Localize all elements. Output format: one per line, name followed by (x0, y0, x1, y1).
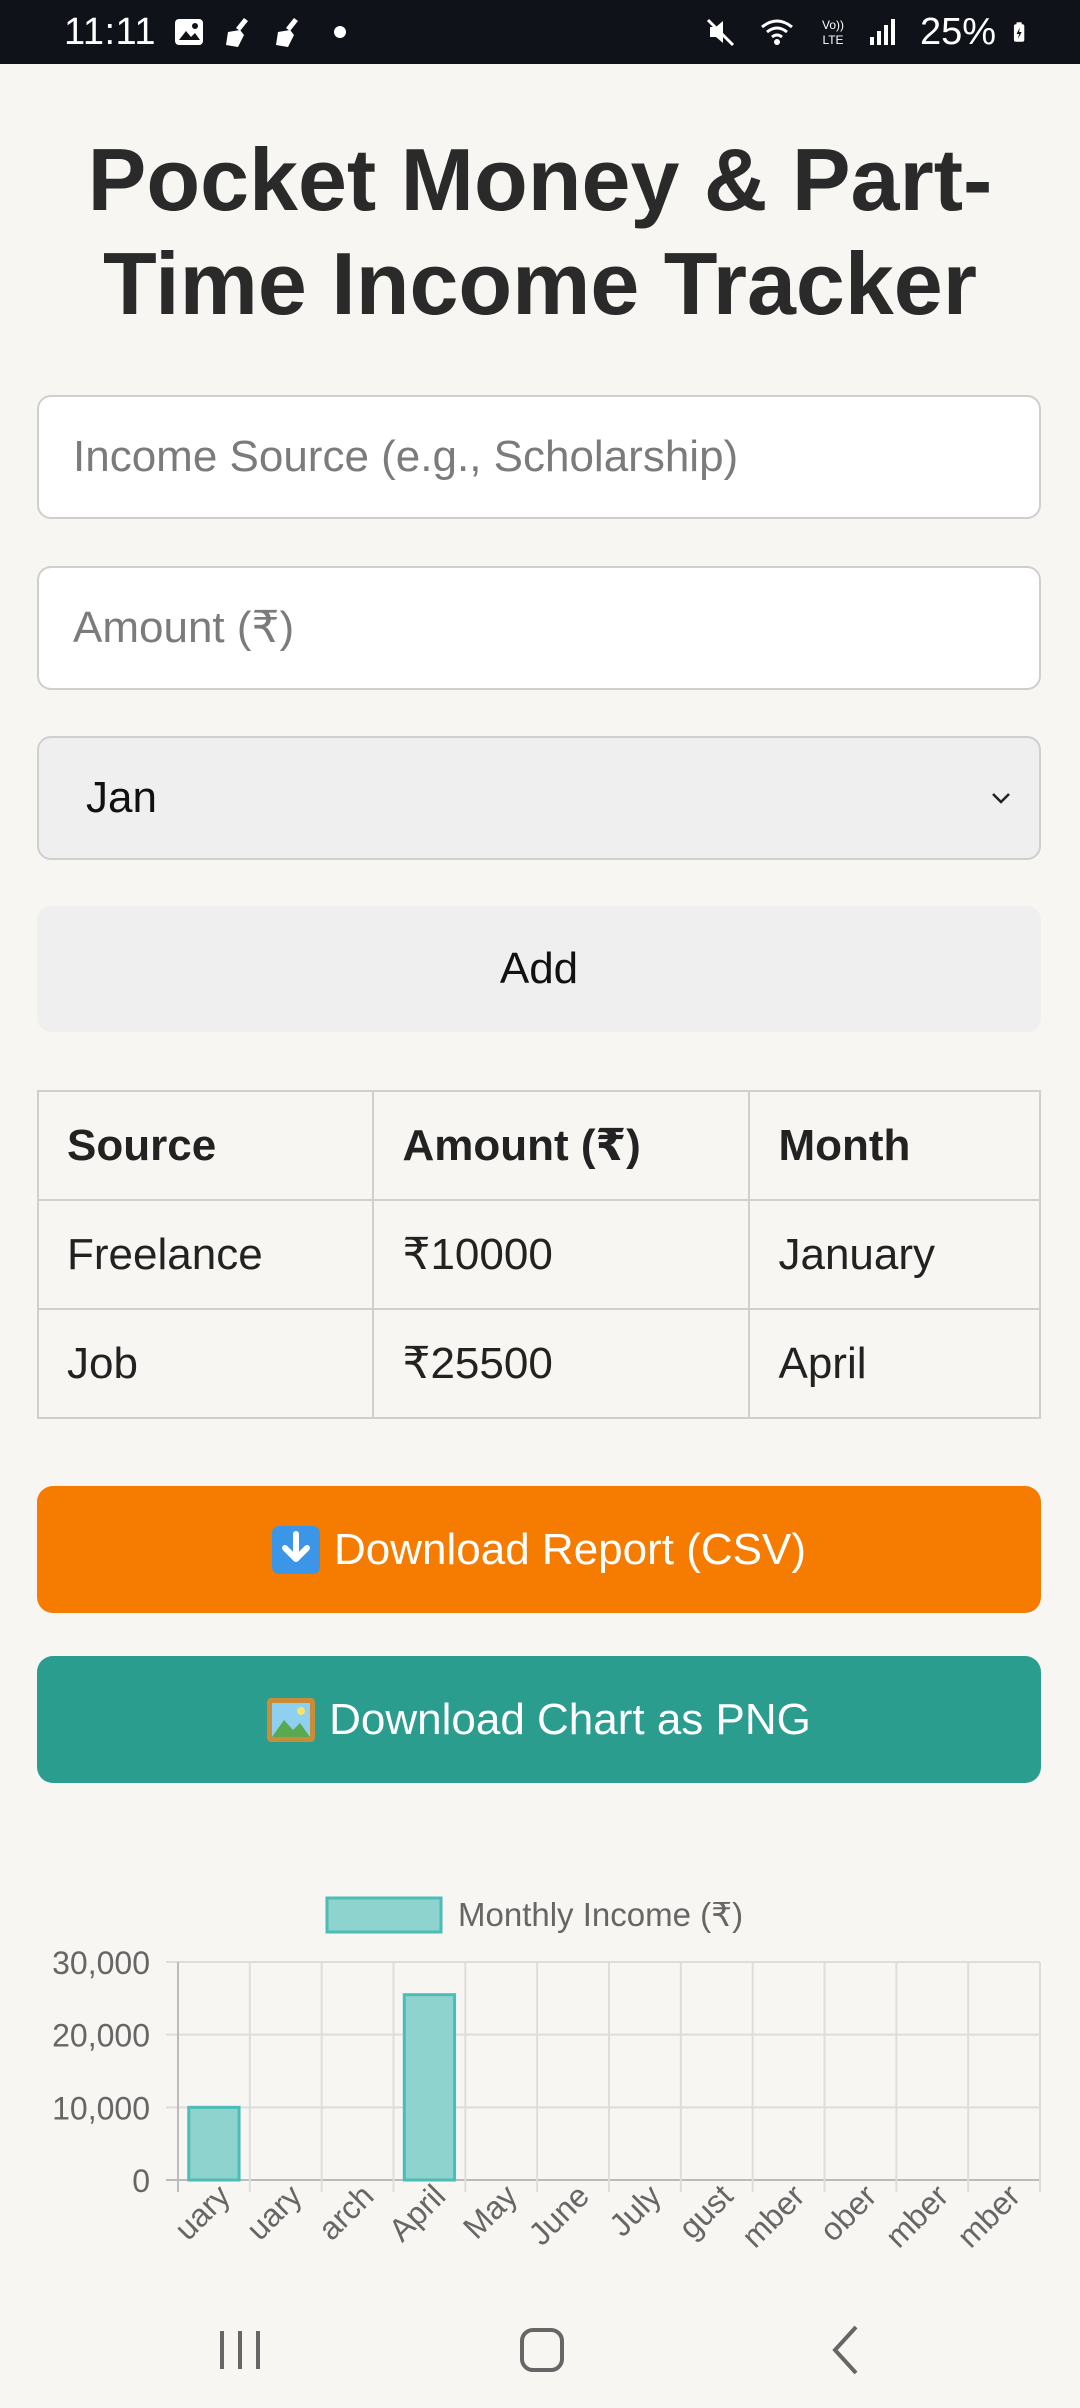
x-tick-label: mber (735, 2177, 812, 2254)
legend-label: Monthly Income (₹) (458, 1896, 743, 1933)
legend-swatch[interactable] (325, 1896, 443, 1934)
bar-january[interactable] (187, 2105, 241, 2182)
wifi-icon (761, 19, 793, 45)
table-row: Freelance ₹10000 January (36, 1199, 1041, 1310)
back-button[interactable] (820, 2320, 870, 2380)
x-tick-label: mber (950, 2177, 1027, 2254)
page-title: Pocket Money & Part-Time Income Tracker (87, 130, 993, 333)
broom-icon (225, 18, 248, 47)
chevron-down-icon (992, 793, 1010, 804)
month-select-value: Jan (86, 773, 157, 822)
download-png-label: Download Chart as PNG (329, 1694, 811, 1744)
x-tick-label: July (602, 2177, 668, 2243)
status-bar: 11:11 Vo)) LTE 25% (0, 0, 1080, 64)
cell-amount: ₹10000 (372, 1199, 751, 1310)
download-arrow-icon (272, 1525, 321, 1574)
month-select[interactable]: Jan (37, 736, 1041, 860)
broom-icon (275, 18, 298, 47)
y-tick-label: 20,000 (52, 2018, 150, 2054)
x-tick-label: June (522, 2177, 597, 2252)
cell-month: April (748, 1308, 1041, 1419)
y-tick-label: 30,000 (52, 1945, 150, 1981)
add-button[interactable]: Add (37, 906, 1041, 1032)
x-tick-label: mber (878, 2177, 955, 2254)
signal-icon (869, 19, 895, 45)
x-tick-label: ober (813, 2177, 884, 2248)
cell-source: Job (36, 1308, 375, 1419)
cell-amount: ₹25500 (372, 1308, 751, 1419)
income-chart: 010,00020,00030,000 uary uary arch April May… (52, 1896, 1041, 2255)
svg-text:Vo)): Vo)) (822, 18, 844, 32)
mute-icon (706, 18, 734, 47)
dot-icon (333, 26, 346, 38)
clock: 11:11 (64, 10, 156, 53)
volte-icon: Vo)) LTE (822, 18, 844, 47)
svg-text:LTE: LTE (822, 33, 843, 47)
table-header-row: Source Amount (₹) Month (36, 1090, 1041, 1201)
header-amount: Amount (₹) (372, 1090, 751, 1201)
header-month: Month (748, 1090, 1041, 1201)
recent-apps-button[interactable] (210, 2320, 270, 2380)
bar-april[interactable] (402, 1993, 457, 2182)
y-tick-label: 0 (132, 2163, 150, 2199)
download-csv-button[interactable]: Download Report (CSV) (37, 1486, 1041, 1613)
amount-input[interactable] (37, 566, 1041, 690)
y-tick-label: 10,000 (52, 2090, 150, 2126)
header-source: Source (36, 1090, 375, 1201)
battery-icon (1013, 22, 1025, 42)
home-button[interactable] (520, 2328, 564, 2372)
cell-month: January (748, 1199, 1041, 1310)
battery-percent: 25% (919, 10, 996, 53)
framed-picture-icon (267, 1697, 316, 1742)
navigation-bar (0, 2280, 1080, 2408)
download-png-button[interactable]: Download Chart as PNG (37, 1656, 1041, 1783)
cell-source: Freelance (36, 1199, 375, 1310)
income-table: Source Amount (₹) Month Freelance ₹10000… (36, 1090, 1041, 1419)
gallery-icon (174, 19, 203, 45)
table-row: Job ₹25500 April (36, 1308, 1041, 1419)
x-tick-label: April (382, 2177, 453, 2248)
download-csv-label: Download Report (CSV) (334, 1524, 806, 1574)
income-source-input[interactable] (37, 395, 1041, 519)
